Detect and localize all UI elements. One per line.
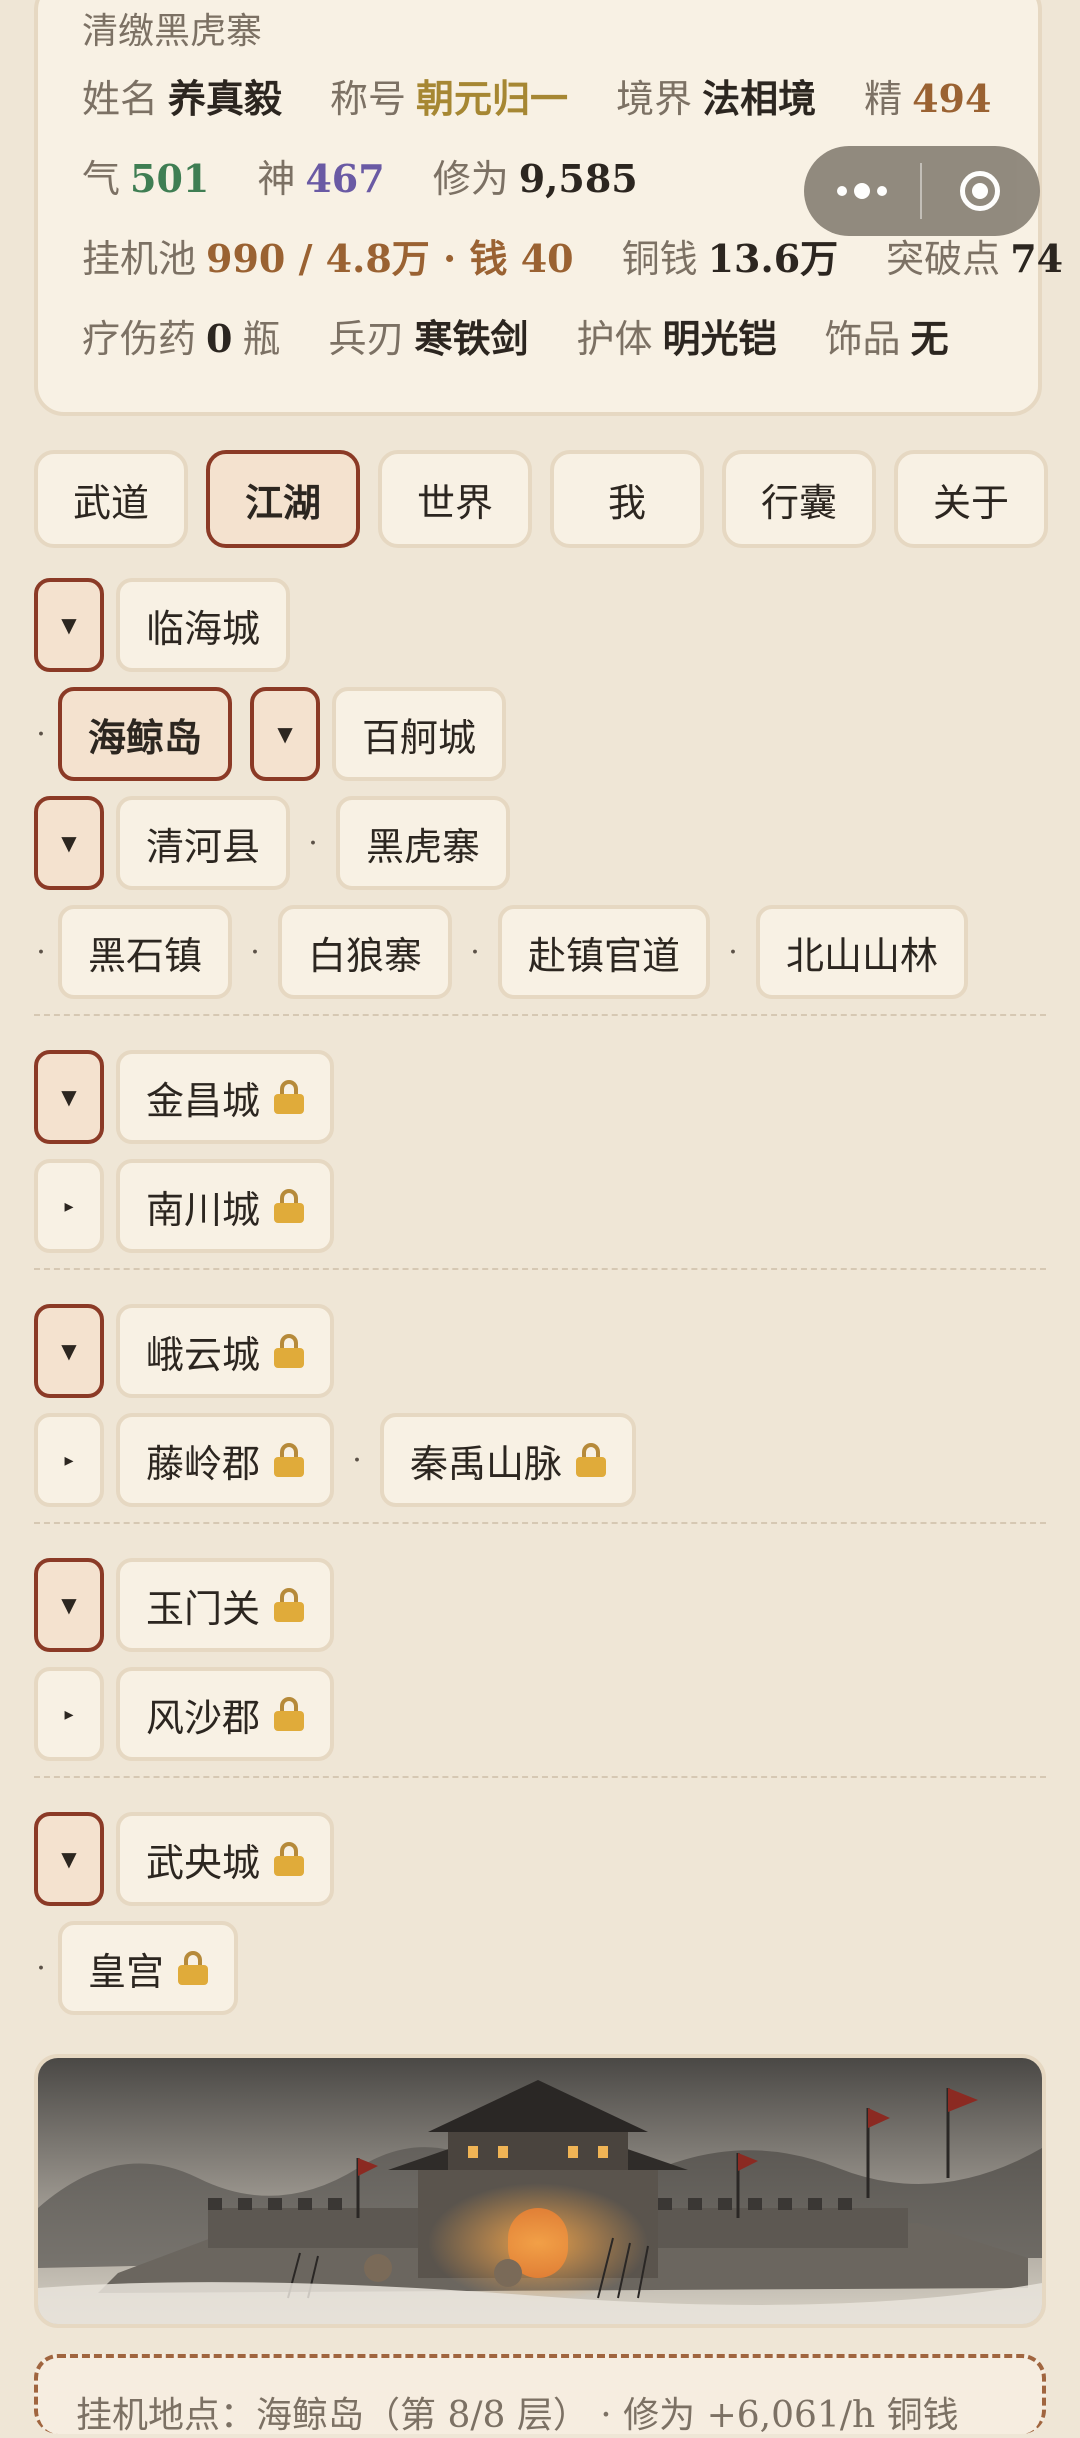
stat-row-3: 挂机池 990 / 4.8万 · 钱 40 铜钱 13.6万 突破点 74	[82, 228, 1080, 283]
region-divider	[34, 1014, 1046, 1016]
more-dot-icon	[837, 186, 847, 196]
map-node-nanchuan[interactable]: 南川城	[116, 1159, 335, 1253]
map-node-jinchang[interactable]: 金昌城	[116, 1050, 335, 1144]
more-dot-icon	[854, 183, 870, 199]
idle-info-text: 挂机地点：海鲸岛（第 8/8 层） · 修为 +6,061/h 铜钱	[76, 2395, 959, 2436]
close-miniprogram-button[interactable]	[922, 171, 1038, 211]
map-node-heishi[interactable]: 黑石镇	[58, 905, 233, 999]
lock-icon	[274, 1443, 305, 1477]
more-button[interactable]	[804, 183, 920, 199]
stat-realm: 境界 法相境	[616, 76, 817, 121]
expand-toggle[interactable]: ▼	[250, 687, 321, 781]
bullet-dot: ·	[36, 716, 46, 752]
bullet-dot: ·	[36, 1950, 46, 1986]
bullet-dot: ·	[728, 934, 738, 970]
stat-armor: 护体 明光铠	[576, 316, 777, 361]
map-node-yumen[interactable]: 玉门关	[116, 1558, 335, 1652]
map-node-heihu[interactable]: 黑虎寨	[336, 796, 511, 890]
stat-row-2: 气 501 神 467 修为 9,585	[82, 148, 686, 203]
map-node-tengling[interactable]: 藤岭郡	[116, 1413, 335, 1507]
region-divider	[34, 1268, 1046, 1270]
map-tree: ▼ 临海城 · 海鲸岛 ▼ 百舸城 ▼ 清河县 · 黑虎寨 · 黑石镇 · 白狼…	[34, 578, 1046, 2030]
tree-row: ▸ 藤岭郡 · 秦禹山脉	[34, 1413, 1046, 1507]
tab-jianghu[interactable]: 江湖	[206, 450, 360, 548]
stat-ornament: 饰品无	[824, 316, 949, 361]
map-node-qinghe[interactable]: 清河县	[116, 796, 291, 890]
expand-toggle[interactable]: ▼	[34, 1558, 104, 1652]
tab-wudao[interactable]: 武道	[34, 450, 188, 548]
collapse-toggle[interactable]: ▸	[34, 1413, 104, 1507]
map-node-wuyang[interactable]: 武央城	[116, 1812, 335, 1906]
bullet-dot: ·	[36, 934, 46, 970]
tree-row: · 黑石镇 · 白狼寨 · 赴镇官道 · 北山山林	[34, 905, 1046, 999]
map-node-baige[interactable]: 百舸城	[332, 687, 507, 781]
tab-about[interactable]: 关于	[894, 450, 1048, 548]
map-node-huanggong[interactable]: 皇宫	[58, 1921, 239, 2015]
bullet-dot: ·	[352, 1442, 362, 1478]
tree-row: ▼ 清河县 · 黑虎寨	[34, 796, 1046, 890]
map-node-haijing[interactable]: 海鲸岛	[58, 687, 233, 781]
lock-icon	[274, 1080, 305, 1114]
stat-row-4: 疗伤药 0 瓶 兵刃 寒铁剑 护体 明光铠 饰品无	[82, 308, 997, 363]
miniprogram-capsule	[804, 146, 1040, 236]
tab-me[interactable]: 我	[550, 450, 704, 548]
tree-row: ▼ 金昌城	[34, 1050, 1046, 1144]
tree-row: ▸ 风沙郡	[34, 1667, 1046, 1761]
stat-title: 称号 朝元归一	[330, 76, 569, 121]
tree-row: · 皇宫	[34, 1921, 1046, 2015]
map-node-fengsha[interactable]: 风沙郡	[116, 1667, 335, 1761]
tree-row: ▼ 峨云城	[34, 1304, 1046, 1398]
lock-icon	[274, 1842, 305, 1876]
stat-name: 姓名 养真毅	[82, 76, 283, 121]
expand-toggle[interactable]: ▼	[34, 796, 104, 890]
bullet-dot: ·	[308, 825, 318, 861]
stat-row-1: 姓名 养真毅 称号 朝元归一 境界 法相境 精 494	[82, 68, 1039, 123]
stat-breakthrough: 突破点 74	[886, 236, 1064, 281]
tree-row: ▼ 玉门关	[34, 1558, 1046, 1652]
expand-toggle[interactable]: ▼	[34, 1304, 104, 1398]
region-divider	[34, 1522, 1046, 1524]
map-node-beishan[interactable]: 北山山林	[756, 905, 969, 999]
idle-info-box: 挂机地点：海鲸岛（第 8/8 层） · 修为 +6,061/h 铜钱	[34, 2354, 1046, 2436]
expand-toggle[interactable]: ▼	[34, 578, 104, 672]
bullet-dot: ·	[250, 934, 260, 970]
stat-xiuwei: 修为 9,585	[432, 156, 638, 201]
map-node-fuzhen[interactable]: 赴镇官道	[498, 905, 711, 999]
location-illustration	[34, 2054, 1046, 2328]
stat-coins: 铜钱 13.6万	[621, 236, 839, 281]
stat-qi: 气 501	[82, 156, 210, 201]
main-tabs: 武道 江湖 世界 我 行囊 关于	[34, 450, 1048, 548]
map-node-linhai[interactable]: 临海城	[116, 578, 291, 672]
stat-shen: 神 467	[257, 156, 385, 201]
expand-toggle[interactable]: ▼	[34, 1050, 104, 1144]
stat-weapon: 兵刃 寒铁剑	[328, 316, 529, 361]
lock-icon	[576, 1443, 607, 1477]
lock-icon	[274, 1588, 305, 1622]
tree-row: ▼ 临海城	[34, 578, 1046, 672]
fortress-painting	[38, 2058, 1042, 2324]
tree-row: ▼ 武央城	[34, 1812, 1046, 1906]
tab-world[interactable]: 世界	[378, 450, 532, 548]
current-quest: 清缴黑虎寨	[82, 11, 263, 52]
collapse-toggle[interactable]: ▸	[34, 1667, 104, 1761]
more-dot-icon	[877, 186, 887, 196]
tree-row: ▸ 南川城	[34, 1159, 1046, 1253]
lock-icon	[178, 1951, 209, 1985]
target-icon	[960, 171, 1000, 211]
region-divider	[34, 1776, 1046, 1778]
stat-pool: 挂机池 990 / 4.8万 · 钱 40	[82, 236, 574, 281]
expand-toggle[interactable]: ▼	[34, 1812, 104, 1906]
stat-potion: 疗伤药 0 瓶	[82, 316, 281, 361]
lock-icon	[274, 1697, 305, 1731]
map-node-eyun[interactable]: 峨云城	[116, 1304, 335, 1398]
stat-jing: 精 494	[864, 76, 992, 121]
tab-bag[interactable]: 行囊	[722, 450, 876, 548]
map-node-bailang[interactable]: 白狼寨	[278, 905, 453, 999]
bullet-dot: ·	[470, 934, 480, 970]
lock-icon	[274, 1334, 305, 1368]
map-node-qinyu[interactable]: 秦禹山脉	[380, 1413, 637, 1507]
tree-row: · 海鲸岛 ▼ 百舸城	[34, 687, 1046, 781]
collapse-toggle[interactable]: ▸	[34, 1159, 104, 1253]
lock-icon	[274, 1189, 305, 1223]
